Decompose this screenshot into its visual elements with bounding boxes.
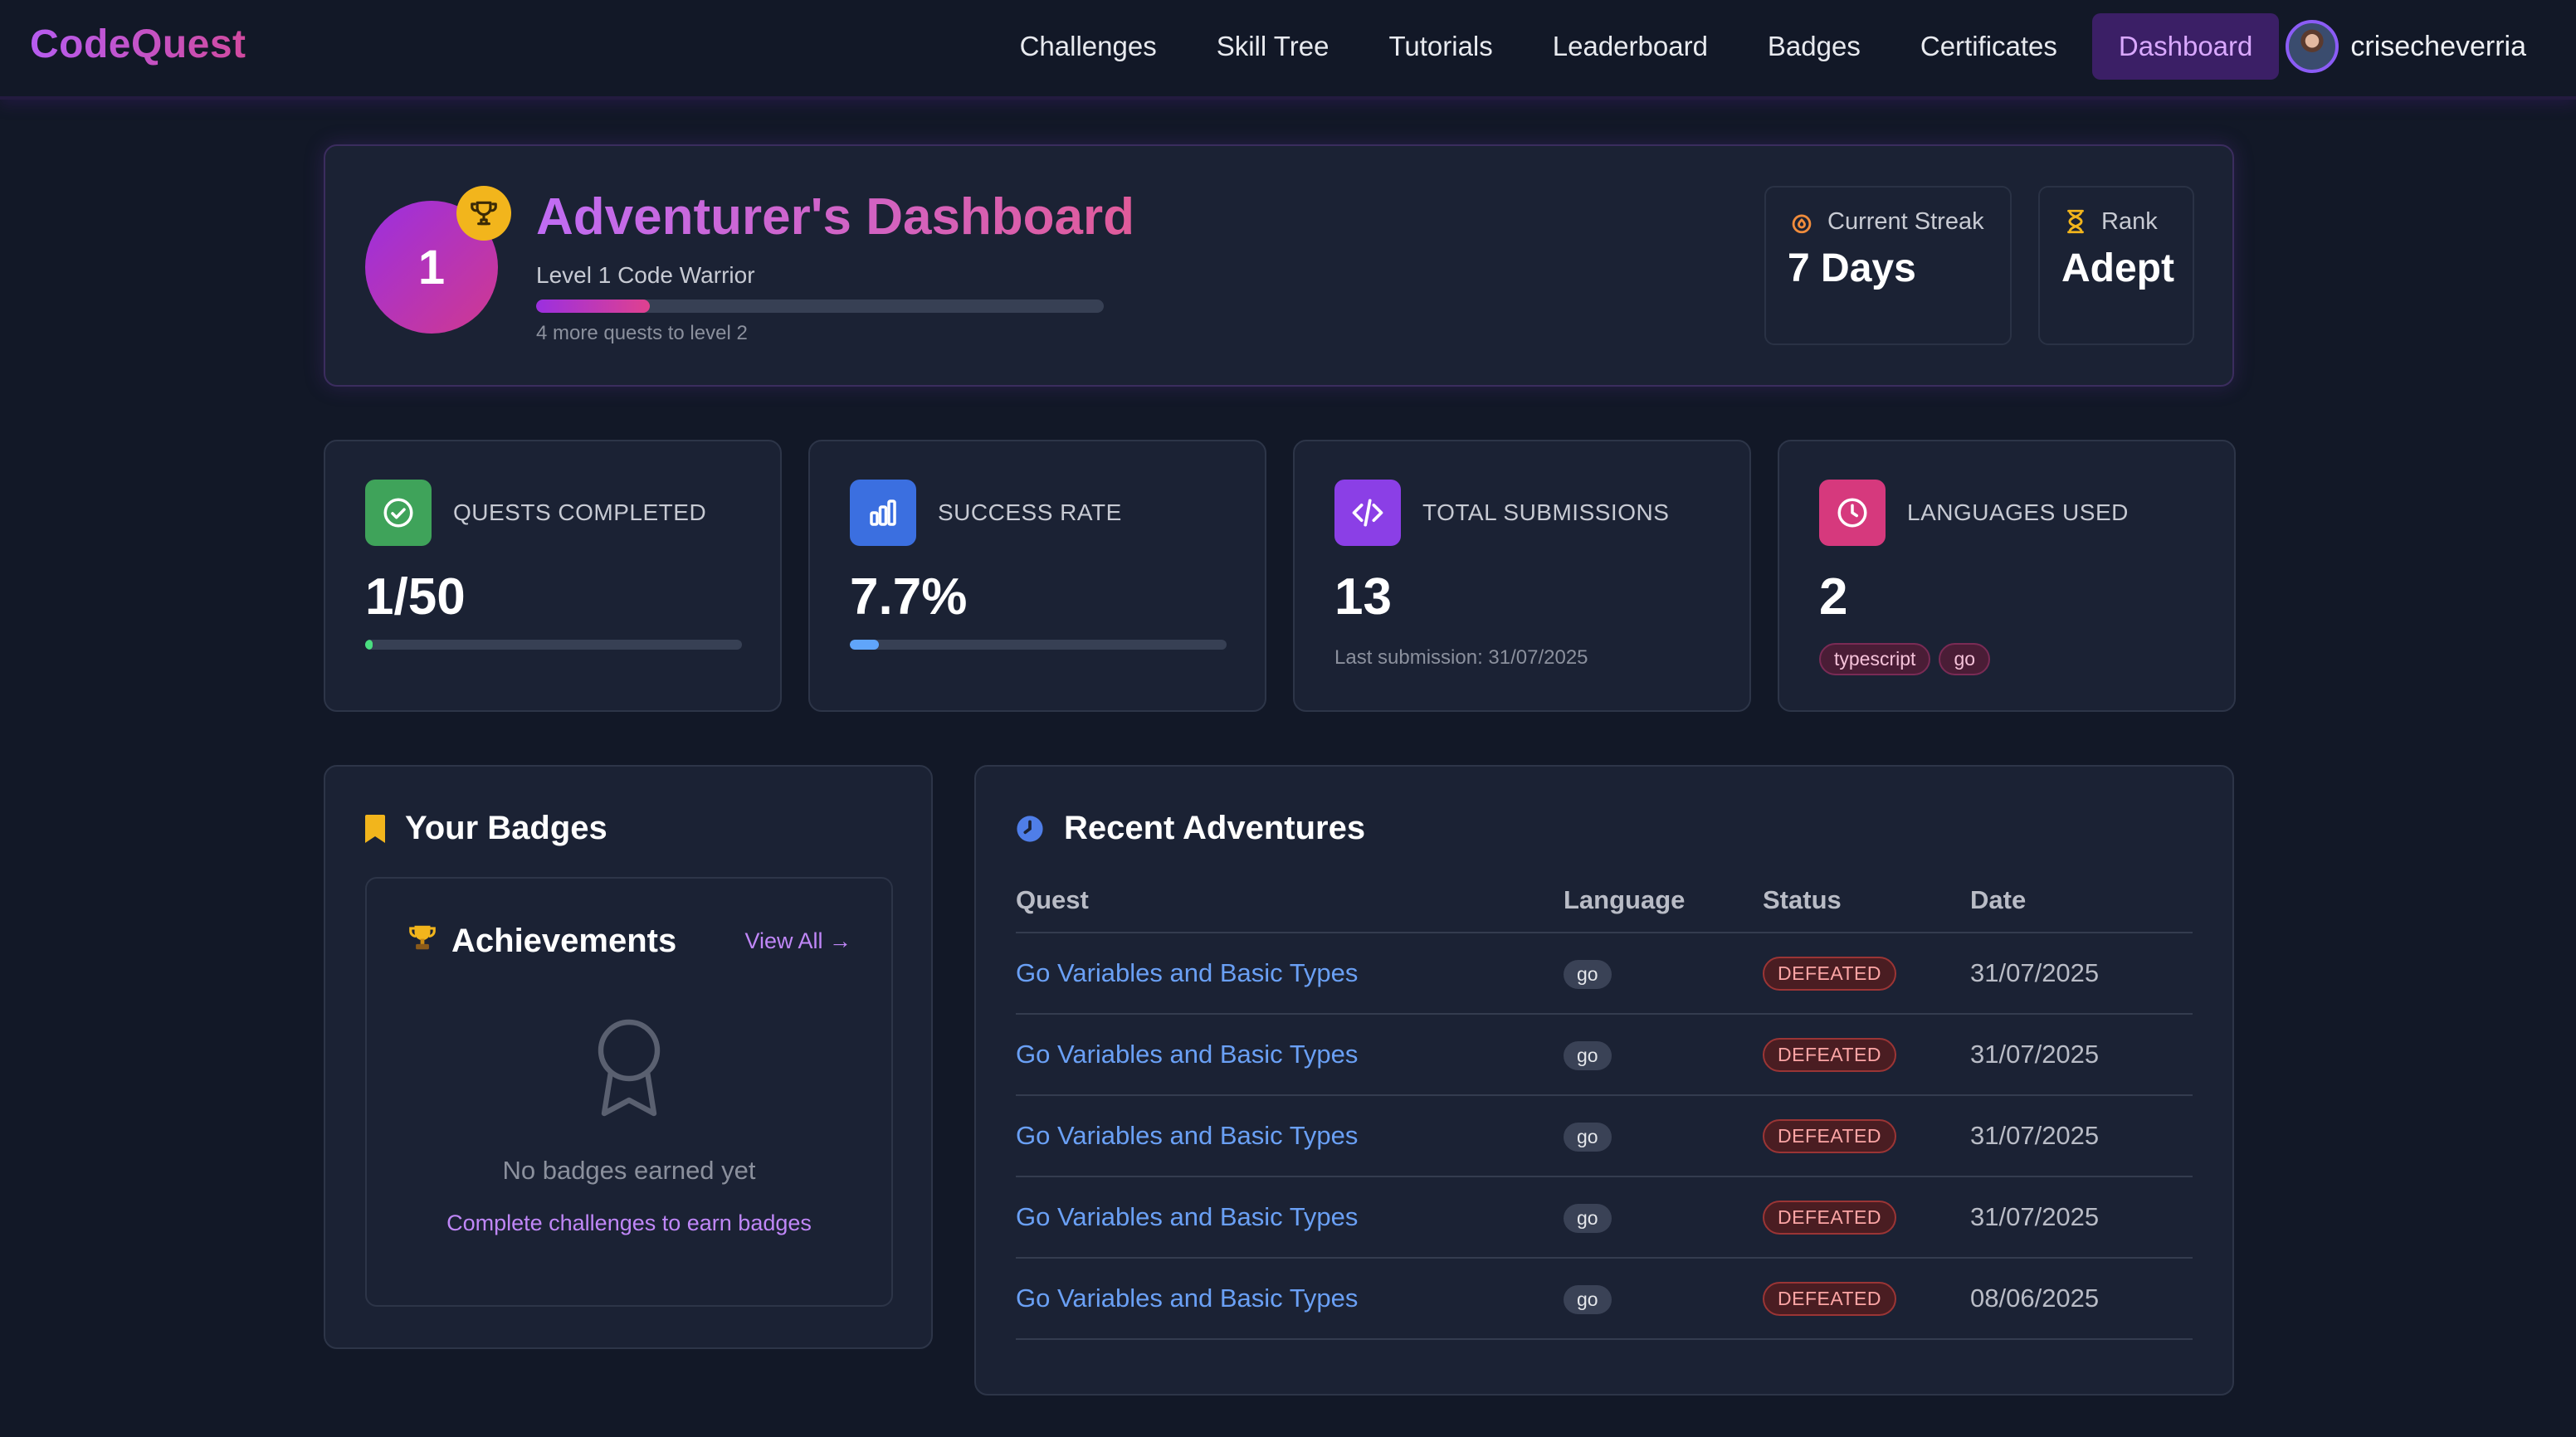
achievements-box: Achievements View All → No badges earned… [365, 877, 893, 1307]
status-badge: DEFEATED [1763, 956, 1896, 991]
stat-progress-fill [365, 640, 373, 650]
language-pill: go [1564, 1204, 1612, 1233]
status-badge: DEFEATED [1763, 1037, 1896, 1072]
nav-links: Challenges Skill Tree Tutorials Leaderbo… [990, 13, 2576, 80]
column-header-date[interactable]: Date [1970, 885, 2193, 933]
date-cell: 08/06/2025 [1970, 1258, 2193, 1340]
language-pill: go [1564, 1123, 1612, 1152]
award-icon [589, 1016, 669, 1125]
stat-value: 1/50 [365, 568, 466, 626]
stat-label: QUESTS COMPLETED [453, 499, 707, 525]
trophy-icon [456, 186, 511, 241]
nav-certificates[interactable]: Certificates [1891, 13, 2087, 80]
streak-value: 7 Days [1788, 246, 1916, 290]
table-row: Go Variables and Basic Types go DEFEATED… [1016, 1095, 2193, 1177]
streak-card: Current Streak 7 Days [1764, 186, 2012, 345]
streak-label: Current Streak [1827, 207, 1984, 235]
date-cell: 31/07/2025 [1970, 933, 2193, 1015]
stat-success-rate: SUCCESS RATE 7.7% [808, 440, 1266, 712]
date-cell: 31/07/2025 [1970, 1176, 2193, 1259]
quest-link[interactable]: Go Variables and Basic Types [1016, 1014, 1564, 1096]
column-header-language[interactable]: Language [1564, 885, 1763, 933]
brand-logo[interactable]: CodeQuest [30, 22, 246, 67]
stat-value: 7.7% [850, 568, 968, 626]
date-cell: 31/07/2025 [1970, 1014, 2193, 1096]
level-progress-fill [536, 300, 650, 313]
clock-icon [1819, 480, 1886, 546]
rank-value: Adept [2061, 246, 2174, 290]
stat-progress-bar [365, 640, 742, 650]
quest-link[interactable]: Go Variables and Basic Types [1016, 1258, 1564, 1340]
status-badge: DEFEATED [1763, 1118, 1896, 1153]
language-pill: go [1564, 1041, 1612, 1070]
nav-skill-tree[interactable]: Skill Tree [1187, 13, 1359, 80]
nav-leaderboard[interactable]: Leaderboard [1523, 13, 1738, 80]
language-tags: typescript go [1819, 643, 2194, 675]
earn-badges-link[interactable]: Complete challenges to earn badges [367, 1210, 891, 1236]
stat-label: TOTAL SUBMISSIONS [1422, 499, 1670, 525]
quest-link[interactable]: Go Variables and Basic Types [1016, 1095, 1564, 1177]
column-header-quest[interactable]: Quest [1016, 885, 1564, 933]
rank-card: Rank Adept [2038, 186, 2194, 345]
language-pill: go [1564, 960, 1612, 989]
stat-value: 13 [1334, 568, 1392, 626]
flame-icon [1792, 214, 1812, 234]
user-menu[interactable]: crisecheverria [2286, 20, 2576, 73]
recent-title: Recent Adventures [1064, 810, 1366, 846]
code-icon [1334, 480, 1401, 546]
stat-progress-fill [850, 640, 879, 650]
recent-table: Quest Language Status Date Go Variables … [1016, 885, 2193, 1340]
language-tag: typescript [1819, 643, 1931, 675]
language-tag: go [1939, 643, 1991, 675]
stat-quests-completed: QUESTS COMPLETED 1/50 [324, 440, 782, 712]
level-number: 1 [417, 240, 446, 295]
badges-title: Your Badges [405, 810, 607, 846]
view-all-link[interactable]: View All → [744, 928, 851, 954]
level-progress-bar [536, 300, 1104, 313]
status-badge: DEFEATED [1763, 1200, 1896, 1235]
page-title: Adventurer's Dashboard [536, 188, 1135, 246]
stat-languages-used: LANGUAGES USED 2 typescript go [1778, 440, 2236, 712]
recent-adventures-panel: Recent Adventures Quest Language Status … [974, 765, 2234, 1396]
stat-label: LANGUAGES USED [1907, 499, 2129, 525]
table-row: Go Variables and Basic Types go DEFEATED… [1016, 933, 2193, 1015]
stat-label: SUCCESS RATE [938, 499, 1122, 525]
quest-link[interactable]: Go Variables and Basic Types [1016, 1176, 1564, 1259]
stat-total-submissions: TOTAL SUBMISSIONS 13 Last submission: 31… [1293, 440, 1751, 712]
check-circle-icon [365, 480, 432, 546]
level-progress-note: 4 more quests to level 2 [536, 322, 748, 344]
achievements-title: Achievements [451, 923, 677, 959]
trophy-icon [407, 922, 438, 961]
top-navbar: CodeQuest Challenges Skill Tree Tutorial… [0, 0, 2576, 100]
badges-panel: Your Badges Achievements View All → No b… [324, 765, 933, 1349]
bookmark-icon [365, 814, 385, 843]
table-row: Go Variables and Basic Types go DEFEATED… [1016, 1014, 2193, 1096]
date-cell: 31/07/2025 [1970, 1095, 2193, 1177]
table-row: Go Variables and Basic Types go DEFEATED… [1016, 1176, 2193, 1259]
stat-progress-bar [850, 640, 1227, 650]
nav-dashboard[interactable]: Dashboard [2091, 13, 2280, 80]
level-subtitle: Level 1 Code Warrior [536, 262, 755, 288]
table-row: Go Variables and Basic Types go DEFEATED… [1016, 1258, 2193, 1340]
nav-tutorials[interactable]: Tutorials [1359, 13, 1522, 80]
username: crisecheverria [2350, 30, 2526, 62]
stat-value: 2 [1819, 568, 1848, 626]
empty-badges-text: No badges earned yet [502, 1156, 756, 1185]
bar-chart-icon [850, 480, 916, 546]
table-header-row: Quest Language Status Date [1016, 885, 2193, 933]
last-submission-note: Last submission: 31/07/2025 [1334, 646, 1588, 669]
nav-badges[interactable]: Badges [1738, 13, 1891, 80]
hero-card: 1 Adventurer's Dashboard Level 1 Code Wa… [324, 144, 2234, 387]
hourglass-icon [2067, 209, 2084, 234]
status-badge: DEFEATED [1763, 1281, 1896, 1316]
avatar[interactable] [2286, 20, 2339, 73]
column-header-status[interactable]: Status [1763, 885, 1970, 933]
clock-icon [1017, 815, 1043, 842]
nav-challenges[interactable]: Challenges [990, 13, 1187, 80]
language-pill: go [1564, 1285, 1612, 1314]
quest-link[interactable]: Go Variables and Basic Types [1016, 933, 1564, 1015]
rank-label: Rank [2101, 207, 2158, 235]
